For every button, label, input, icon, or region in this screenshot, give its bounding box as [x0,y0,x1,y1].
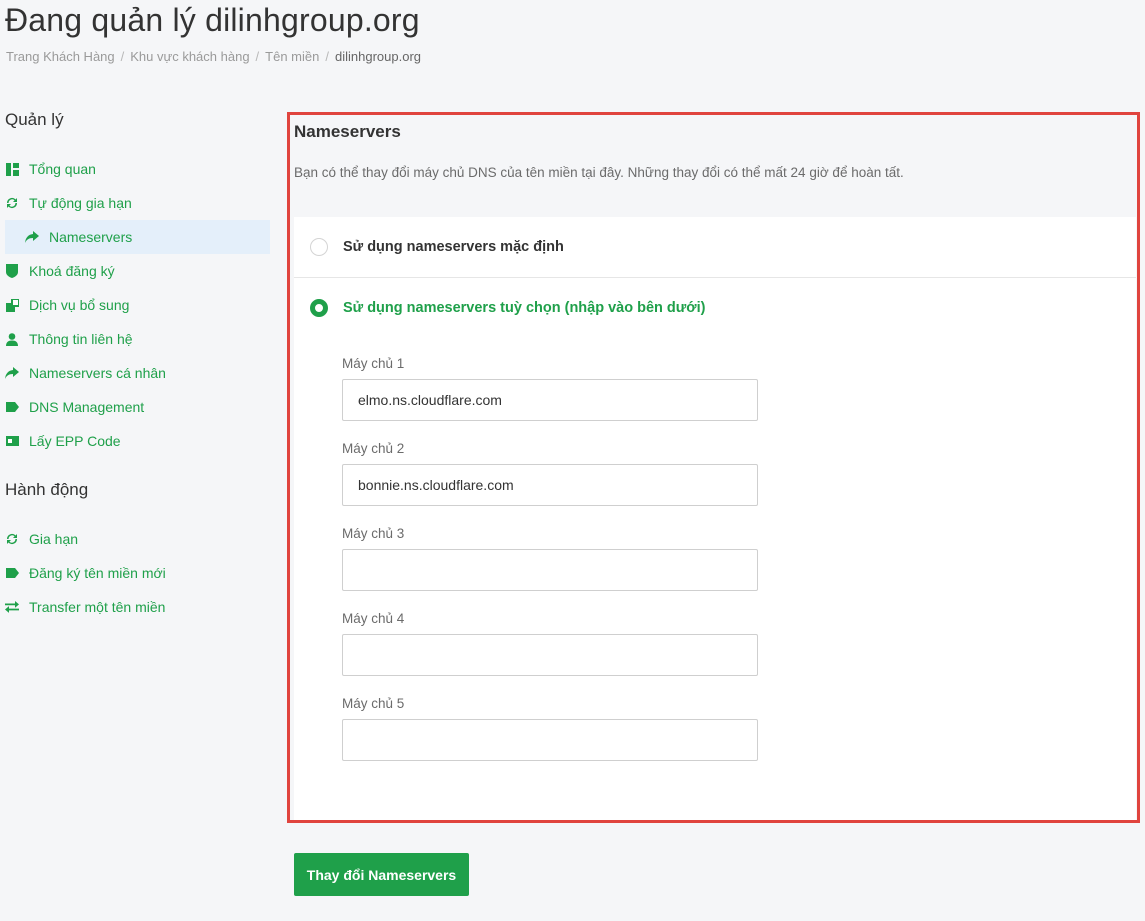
nameservers-description: Bạn có thể thay đổi máy chủ DNS của tên … [294,165,904,180]
option-custom-label: Sử dụng nameservers tuỳ chọn (nhập vào b… [343,299,706,316]
sidebar-item-transfer-domain[interactable]: Transfer một tên miền [0,590,270,624]
nameserver-label-2: Máy chủ 2 [342,441,405,456]
exchange-icon [5,601,19,613]
sidebar-item-label: Tổng quan [29,161,96,177]
share-arrow-icon [5,367,19,379]
sidebar-item-addons[interactable]: Dịch vụ bổ sung [0,288,270,322]
sidebar-item-renew[interactable]: Gia hạn [0,522,270,556]
nameserver-field-4: Máy chủ 4 [342,608,1136,676]
sidebar-item-overview[interactable]: Tổng quan [0,152,270,186]
tag-icon [5,568,19,578]
user-icon [5,332,19,346]
breadcrumb-separator: / [255,49,260,64]
breadcrumb-separator: / [325,49,329,64]
sidebar-item-label: Gia hạn [29,531,79,547]
nameservers-panel: Nameservers Bạn có thể thay đổi máy chủ … [287,112,1140,823]
sidebar-item-label: DNS Management [29,399,145,415]
breadcrumb-link-client-home[interactable]: Trang Khách Hàng [6,49,115,64]
sidebar-item-label: Nameservers [49,229,133,245]
sidebar-item-contact-info[interactable]: Thông tin liên hệ [0,322,270,356]
page-title: Đang quản lý dilinhgroup.org [5,2,420,38]
sidebar-item-register-domain[interactable]: Đăng ký tên miền mới [0,556,270,590]
change-nameservers-button[interactable]: Thay đổi Nameservers [294,853,469,896]
nameserver-input-1[interactable] [342,379,758,421]
option-default-nameservers[interactable]: Sử dụng nameservers mặc định [294,217,1136,277]
sidebar-actions-list: Gia hạn Đăng ký tên miền mới Transfer mộ… [0,522,270,624]
breadcrumb-separator: / [120,49,125,64]
nameserver-input-5[interactable] [342,719,758,761]
nameserver-field-2: Máy chủ 2 [342,438,1136,506]
nameserver-input-2[interactable] [342,464,758,506]
shield-icon [5,264,19,278]
sidebar-heading-actions: Hành động [5,480,89,499]
sidebar-item-label: Thông tin liên hệ [29,331,133,347]
sidebar-heading-manage: Quản lý [5,110,64,129]
option-custom-nameservers[interactable]: Sử dụng nameservers tuỳ chọn (nhập vào b… [294,277,1136,337]
nameserver-label-4: Máy chủ 4 [342,611,405,626]
sidebar-item-label: Lấy EPP Code [29,433,121,449]
sidebar-item-private-nameservers[interactable]: Nameservers cá nhân [0,356,270,390]
breadcrumb-current: dilinhgroup.org [335,49,422,64]
nameservers-title: Nameservers [294,122,401,141]
dashboard-icon [5,162,19,176]
sidebar-item-label: Đăng ký tên miền mới [29,565,166,581]
breadcrumb-link-client-area[interactable]: Khu vực khách hàng [130,49,249,64]
refresh-icon [5,532,19,546]
nameserver-field-5: Máy chủ 5 [342,693,1136,761]
nameserver-field-3: Máy chủ 3 [342,523,1136,591]
sidebar-item-registrar-lock[interactable]: Khoá đăng ký [0,254,270,288]
addon-icon [5,298,19,312]
breadcrumb: Trang Khách Hàng / Khu vực khách hàng / … [6,49,421,64]
nameservers-form: Sử dụng nameservers mặc định Sử dụng nam… [294,217,1136,820]
sidebar-item-label: Tự động gia hạn [29,195,132,211]
nameserver-input-4[interactable] [342,634,758,676]
sidebar-manage-list: Tổng quan Tự động gia hạn Nameservers Kh… [0,152,270,458]
sidebar-item-epp-code[interactable]: Lấy EPP Code [0,424,270,458]
sidebar-item-dns-management[interactable]: DNS Management [0,390,270,424]
radio-default[interactable] [310,238,328,256]
sidebar-item-label: Transfer một tên miền [29,599,166,615]
radio-custom[interactable] [310,298,328,317]
refresh-icon [5,196,19,210]
sidebar-item-label: Dịch vụ bổ sung [29,297,130,313]
breadcrumb-link-domains[interactable]: Tên miền [265,49,319,64]
id-card-icon [5,436,19,446]
nameserver-fields: Máy chủ 1 Máy chủ 2 Máy chủ 3 Máy chủ 4 … [294,353,1136,761]
nameserver-label-1: Máy chủ 1 [342,356,405,371]
share-arrow-icon [25,231,39,243]
nameserver-label-3: Máy chủ 3 [342,526,405,541]
nameserver-field-1: Máy chủ 1 [342,353,1136,421]
sidebar-item-label: Nameservers cá nhân [29,365,166,381]
nameserver-input-3[interactable] [342,549,758,591]
sidebar-item-label: Khoá đăng ký [29,263,115,279]
sidebar: Quản lý Tổng quan Tự động gia hạn Namese… [0,110,270,624]
sidebar-item-nameservers[interactable]: Nameservers [5,220,270,254]
option-default-label: Sử dụng nameservers mặc định [343,239,564,255]
nameserver-label-5: Máy chủ 5 [342,696,405,711]
sidebar-item-auto-renew[interactable]: Tự động gia hạn [0,186,270,220]
tag-icon [5,402,19,412]
